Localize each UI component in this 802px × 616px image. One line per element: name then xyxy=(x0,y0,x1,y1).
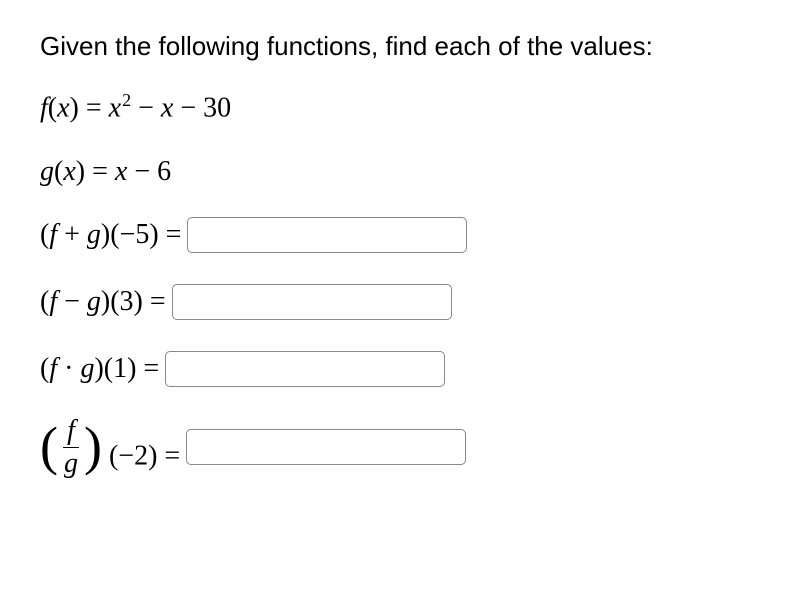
answer-input-2[interactable] xyxy=(172,284,452,320)
problem-row-3: (f · g)(1) = xyxy=(40,349,762,388)
problem-row-4: ( f g ) (−2) = xyxy=(40,417,762,478)
fraction-denominator: g xyxy=(60,448,82,478)
problem-row-1: (f + g)(−5) = xyxy=(40,215,762,254)
problem-4-expression: ( f g ) (−2) = xyxy=(40,417,180,478)
function-f-definition: f(x) = x2 − x − 30 xyxy=(40,88,762,128)
problem-row-2: (f − g)(3) = xyxy=(40,282,762,321)
fraction-numerator: f xyxy=(63,417,79,448)
problem-title: Given the following functions, find each… xyxy=(40,28,762,64)
problem-2-expression: (f − g)(3) = xyxy=(40,282,166,321)
problem-3-expression: (f · g)(1) = xyxy=(40,349,159,388)
answer-input-3[interactable] xyxy=(165,351,445,387)
answer-input-4[interactable] xyxy=(186,429,466,465)
answer-input-1[interactable] xyxy=(187,217,467,253)
function-g-definition: g(x) = x − 6 xyxy=(40,152,762,191)
problem-1-expression: (f + g)(−5) = xyxy=(40,215,181,254)
problem-4-argument: (−2) = xyxy=(109,440,180,471)
